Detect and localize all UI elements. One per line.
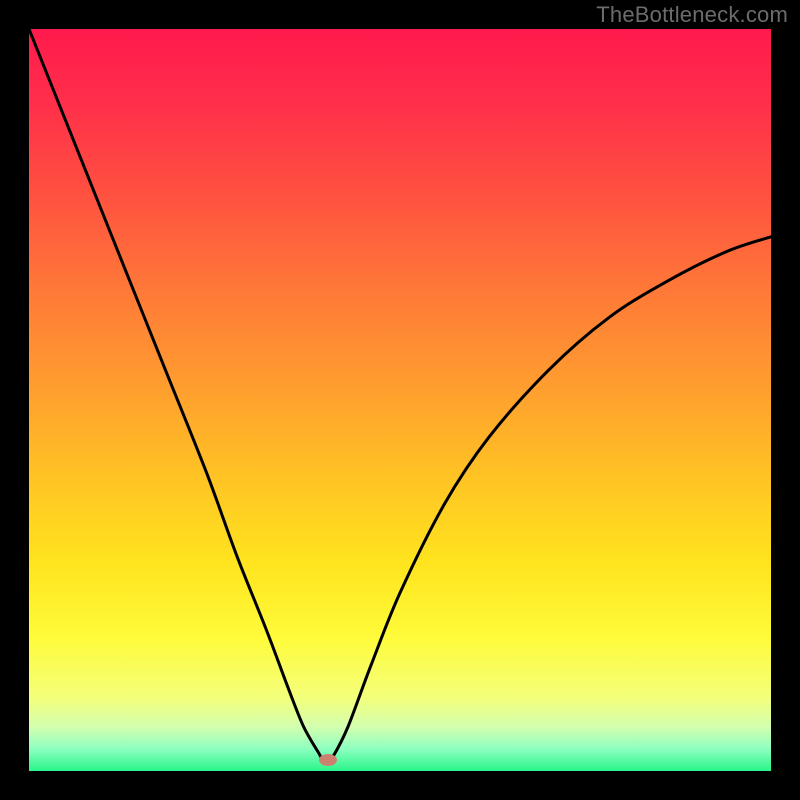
watermark-text: TheBottleneck.com — [596, 2, 788, 28]
optimal-point-marker — [319, 754, 337, 766]
chart-canvas: TheBottleneck.com — [0, 0, 800, 800]
bottleneck-curve — [29, 29, 771, 771]
plot-area — [29, 29, 771, 771]
